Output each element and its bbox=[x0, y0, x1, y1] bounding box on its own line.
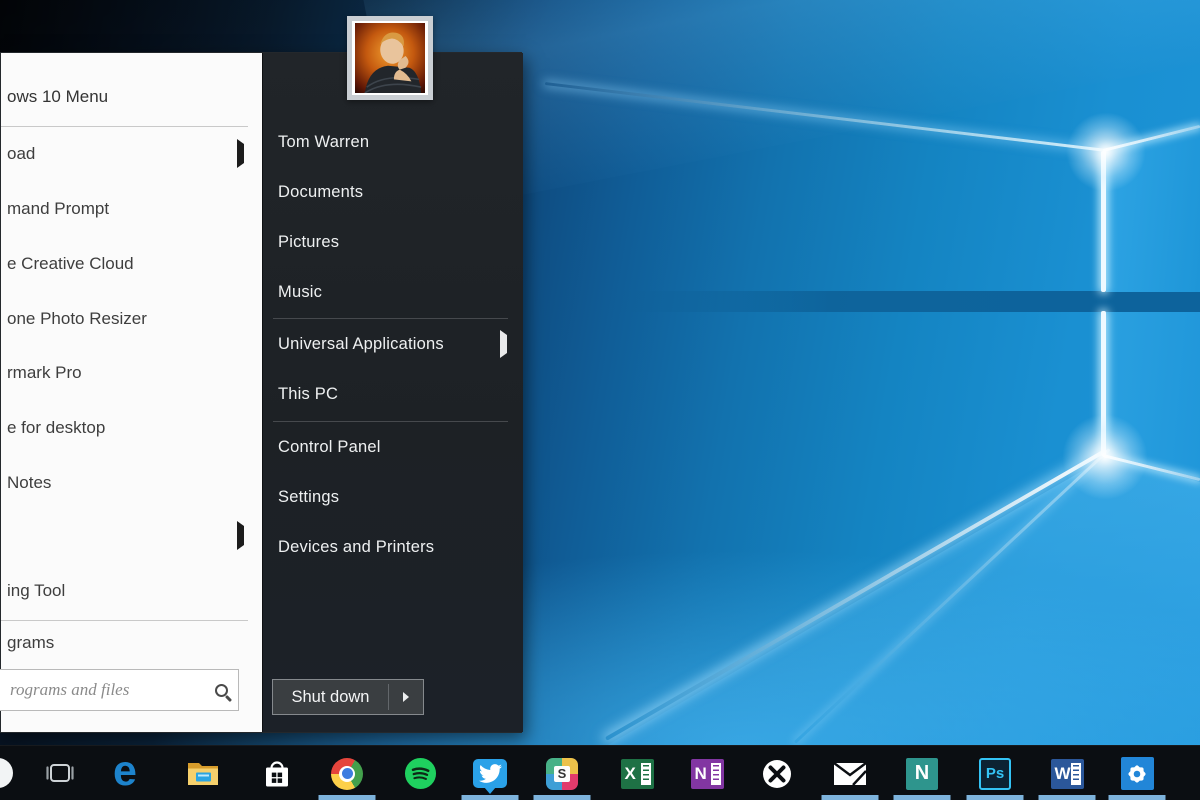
running-indicator bbox=[1108, 795, 1166, 800]
menu-item-settings[interactable]: Settings bbox=[278, 485, 509, 509]
submenu-arrow-icon bbox=[237, 521, 244, 550]
start-menu-programs-panel: ows 10 Menu oad mand Prompt e Creative C… bbox=[0, 53, 262, 732]
window-logo-corner-glow-bottom bbox=[1062, 414, 1148, 500]
user-avatar[interactable] bbox=[347, 16, 433, 100]
menu-item-creative-cloud[interactable]: e Creative Cloud bbox=[7, 252, 252, 276]
taskbar-chrome[interactable] bbox=[316, 746, 378, 800]
task-view-button[interactable] bbox=[29, 746, 91, 800]
menu-item-watermark-pro[interactable]: rmark Pro bbox=[7, 361, 252, 385]
running-indicator bbox=[318, 795, 376, 800]
taskbar-onenote[interactable]: N bbox=[676, 746, 738, 800]
separator bbox=[273, 318, 508, 319]
taskbar-windows-store[interactable] bbox=[246, 746, 308, 800]
mail-icon bbox=[833, 761, 867, 786]
taskbar-settings[interactable] bbox=[1106, 746, 1168, 800]
edge-icon: e bbox=[113, 747, 137, 795]
taskbar: e S X N N Ps W bbox=[0, 745, 1200, 800]
slack-icon: S bbox=[546, 757, 578, 790]
windows-store-icon bbox=[266, 760, 288, 786]
menu-item-submenu[interactable] bbox=[7, 521, 252, 550]
photoshop-icon: Ps bbox=[979, 757, 1011, 790]
taskbar-photoshop[interactable]: Ps bbox=[964, 746, 1026, 800]
taskbar-word[interactable]: W bbox=[1036, 746, 1098, 800]
search-input[interactable] bbox=[0, 670, 215, 710]
settings-gear-icon bbox=[1120, 757, 1154, 790]
twitter-icon bbox=[473, 759, 507, 788]
taskbar-slack[interactable]: S bbox=[531, 746, 593, 800]
menu-header-label: ows 10 Menu bbox=[7, 87, 109, 106]
menu-item-control-panel[interactable]: Control Panel bbox=[278, 435, 509, 459]
menu-item-pictures[interactable]: Pictures bbox=[278, 230, 509, 254]
taskbar-edge[interactable]: e bbox=[94, 746, 156, 800]
running-indicator bbox=[1038, 795, 1096, 800]
onenote-icon: N bbox=[690, 758, 724, 789]
menu-item-this-pc[interactable]: This PC bbox=[278, 382, 509, 406]
menu-item-devices-and-printers[interactable]: Devices and Printers bbox=[278, 535, 509, 559]
window-logo-crossbar bbox=[600, 291, 1200, 312]
word-icon: W bbox=[1050, 758, 1084, 789]
user-portrait-illustration bbox=[355, 23, 425, 93]
taskbar-spotify[interactable] bbox=[389, 746, 451, 800]
menu-item-music[interactable]: Music bbox=[278, 280, 509, 304]
window-logo-corner-glow-top bbox=[1066, 112, 1146, 192]
menu-item-snipping-tool[interactable]: ing Tool bbox=[7, 579, 252, 603]
taskbar-excel[interactable]: X bbox=[606, 746, 668, 800]
separator bbox=[273, 421, 508, 422]
taskbar-nextgen-reader[interactable]: N bbox=[891, 746, 953, 800]
start-menu-places-panel: Tom Warren Documents Pictures Music Univ… bbox=[262, 53, 523, 732]
submenu-arrow-icon bbox=[237, 139, 244, 168]
running-indicator bbox=[461, 795, 519, 800]
taskbar-twitter[interactable] bbox=[459, 746, 521, 800]
menu-item-command-prompt[interactable]: mand Prompt bbox=[7, 197, 252, 221]
menu-item-documents[interactable]: Documents bbox=[278, 180, 509, 204]
running-indicator bbox=[966, 795, 1024, 800]
running-indicator bbox=[533, 795, 591, 800]
xbox-icon bbox=[763, 759, 791, 788]
spotify-icon bbox=[404, 757, 436, 790]
shutdown-button[interactable]: Shut down bbox=[272, 679, 424, 715]
menu-item-universal-applications[interactable]: Universal Applications bbox=[278, 329, 509, 358]
menu-header: ows 10 Menu bbox=[7, 85, 252, 109]
menu-item-notepad[interactable]: oad bbox=[7, 139, 252, 168]
search-box bbox=[0, 669, 239, 711]
desktop-screen: ows 10 Menu oad mand Prompt e Creative C… bbox=[0, 0, 1200, 800]
excel-icon: X bbox=[620, 758, 654, 789]
shutdown-label: Shut down bbox=[291, 687, 370, 706]
running-indicator bbox=[893, 795, 951, 800]
nextgen-reader-icon: N bbox=[906, 757, 938, 790]
separator bbox=[1, 620, 248, 621]
separator bbox=[1, 126, 248, 127]
start-button[interactable] bbox=[0, 758, 13, 788]
file-explorer-icon bbox=[188, 762, 218, 785]
user-name[interactable]: Tom Warren bbox=[278, 130, 509, 154]
menu-item-for-desktop[interactable]: e for desktop bbox=[7, 416, 252, 440]
start-menu: ows 10 Menu oad mand Prompt e Creative C… bbox=[0, 52, 523, 733]
running-indicator bbox=[821, 795, 879, 800]
menu-item-photo-resizer[interactable]: one Photo Resizer bbox=[7, 307, 252, 331]
search-icon bbox=[215, 683, 228, 697]
taskbar-mail[interactable] bbox=[819, 746, 881, 800]
taskbar-file-explorer[interactable] bbox=[172, 746, 234, 800]
chrome-icon bbox=[331, 757, 363, 790]
submenu-arrow-icon bbox=[500, 329, 507, 358]
shutdown-expand-arrow[interactable] bbox=[389, 692, 423, 702]
task-view-icon bbox=[46, 763, 74, 782]
menu-item-all-programs[interactable]: grams bbox=[7, 631, 252, 655]
taskbar-xbox[interactable] bbox=[746, 746, 808, 800]
menu-item-notes[interactable]: Notes bbox=[7, 471, 252, 495]
